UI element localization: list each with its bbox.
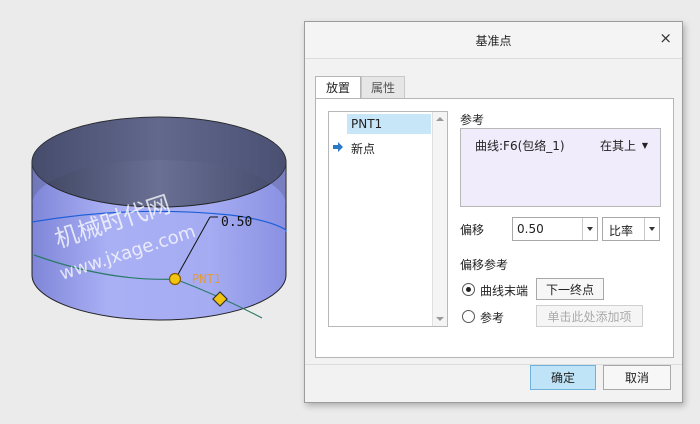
reference-mode-label: 在其上	[600, 139, 637, 153]
radio-reference-label: 参考	[480, 311, 505, 325]
offset-value: 0.50	[517, 222, 544, 236]
offset-type-dropdown-button[interactable]	[644, 218, 659, 240]
scroll-up-icon[interactable]	[433, 112, 447, 126]
chevron-down-icon	[649, 227, 655, 231]
ok-button[interactable]: 确定	[530, 365, 596, 390]
close-icon[interactable]: ×	[659, 29, 672, 47]
reference-collector[interactable]: 曲线:F6(包络_1) 在其上 ▼	[460, 128, 661, 207]
offset-type-select[interactable]: 比率	[602, 217, 660, 241]
radio-curve-end-label: 曲线末端	[480, 284, 529, 298]
arrow-right-icon	[333, 142, 343, 152]
datum-point-label[interactable]: PNT1	[192, 272, 221, 286]
placement-panel: PNT1 新点 参考 曲线:F6(包络_1) 在其上 ▼ 偏移 0.50 比率 …	[315, 98, 674, 358]
offset-input[interactable]: 0.50	[512, 217, 598, 241]
datum-point-dialog: 基准点 × 放置 属性 PNT1 新点 参考 曲线:F6(包络_1) 在其上 ▼…	[304, 21, 683, 403]
tab-placement[interactable]: 放置	[315, 76, 361, 100]
offset-type-label: 比率	[609, 224, 634, 238]
dialog-titlebar[interactable]: 基准点 ×	[305, 22, 682, 59]
offset-label: 偏移	[460, 223, 485, 237]
radio-reference[interactable]	[462, 310, 475, 323]
radio-curve-end[interactable]	[462, 283, 475, 296]
list-scrollbar[interactable]	[432, 112, 447, 326]
list-item-new-point[interactable]: 新点	[351, 140, 375, 157]
add-item-collector[interactable]: 单击此处添加项	[536, 305, 643, 327]
dialog-title: 基准点	[475, 34, 512, 48]
chevron-down-icon: ▼	[641, 141, 648, 150]
reference-item[interactable]: 曲线:F6(包络_1)	[475, 137, 565, 154]
chevron-down-icon	[587, 227, 593, 231]
list-item-pnt1[interactable]: PNT1	[347, 114, 431, 134]
point-list[interactable]: PNT1 新点	[328, 111, 448, 327]
offset-dropdown-button[interactable]	[582, 218, 597, 240]
tab-properties[interactable]: 属性	[361, 76, 405, 99]
offset-reference-label: 偏移参考	[460, 258, 509, 272]
reference-label: 参考	[460, 113, 485, 127]
dimension-value[interactable]: 0.50	[221, 215, 252, 230]
reference-mode-select[interactable]: 在其上 ▼	[600, 137, 648, 154]
scroll-down-icon[interactable]	[433, 312, 447, 326]
datum-point-marker[interactable]	[168, 272, 182, 286]
next-end-button[interactable]: 下一终点	[536, 278, 604, 300]
cancel-button[interactable]: 取消	[603, 365, 671, 390]
